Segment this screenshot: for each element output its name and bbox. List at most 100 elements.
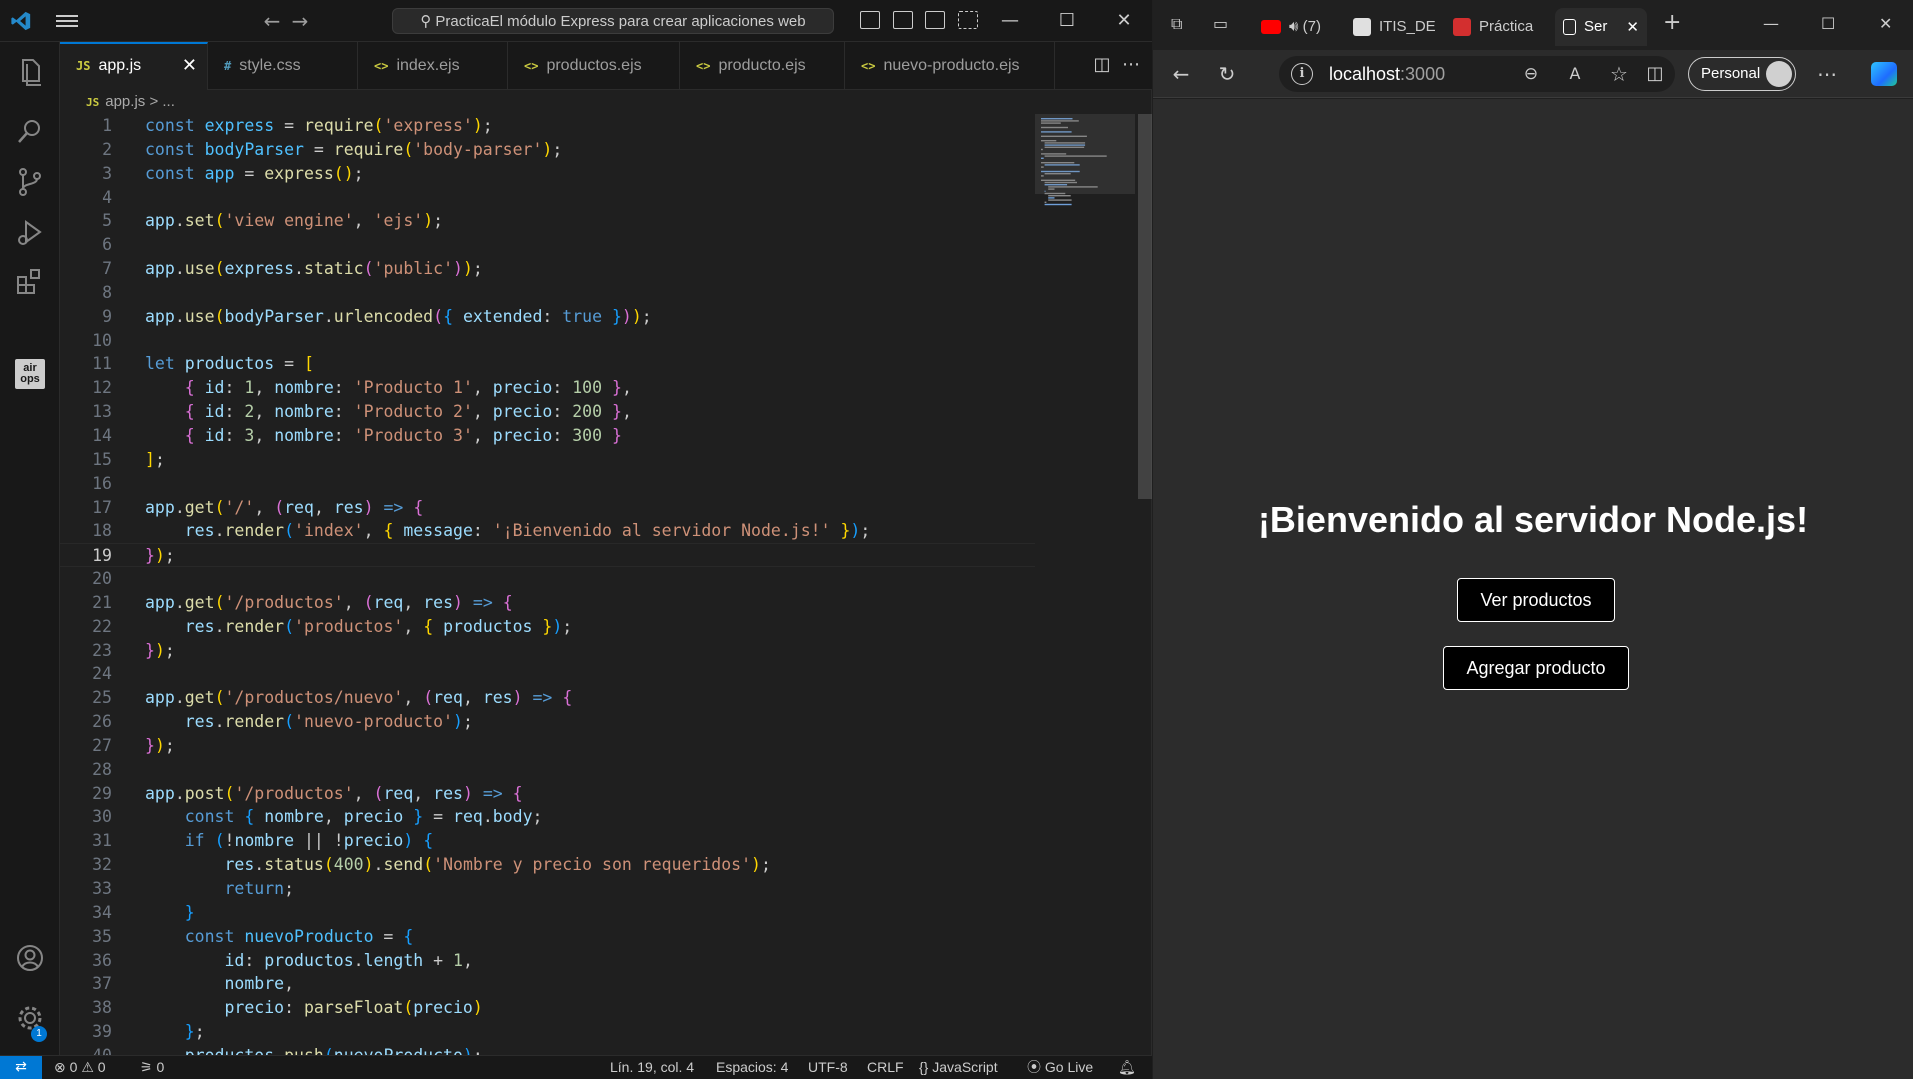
- address-bar[interactable]: i localhost:3000 ⊖ A ☆: [1279, 56, 1675, 92]
- minimize-icon[interactable]: —: [995, 8, 1025, 34]
- toggle-sidebar-icon[interactable]: [860, 11, 880, 29]
- close-window-icon[interactable]: ✕: [1879, 14, 1892, 33]
- code-line[interactable]: 28: [60, 758, 1035, 782]
- code-line[interactable]: 32 res.status(400).send('Nombre y precio…: [60, 853, 1035, 877]
- back-arrow-icon[interactable]: ←: [260, 9, 284, 33]
- close-tab-icon[interactable]: ✕: [182, 44, 197, 88]
- code-line[interactable]: 12 { id: 1, nombre: 'Producto 1', precio…: [60, 376, 1035, 400]
- back-arrow-icon[interactable]: ←: [1167, 60, 1195, 88]
- run-debug-icon[interactable]: [12, 214, 48, 250]
- workspaces-icon[interactable]: ⧉: [1171, 14, 1182, 34]
- refresh-icon[interactable]: ↻: [1213, 60, 1241, 88]
- tab-nuevo-producto-ejs[interactable]: <> nuevo-producto.ejs: [845, 42, 1055, 90]
- browser-tab-youtube[interactable]: 🔊︎ (7): [1261, 8, 1341, 46]
- code-line[interactable]: 13 { id: 2, nombre: 'Producto 2', precio…: [60, 400, 1035, 424]
- code-line[interactable]: 19});: [60, 543, 1035, 568]
- code-line[interactable]: 5 app.set('view engine', 'ejs');: [60, 209, 1035, 233]
- accounts-icon[interactable]: [12, 940, 48, 976]
- read-aloud-icon[interactable]: A: [1561, 60, 1589, 88]
- explorer-icon[interactable]: [12, 54, 48, 90]
- cursor-position[interactable]: Lín. 19, col. 4: [610, 1056, 694, 1078]
- code-line[interactable]: 9 app.use(bodyParser.urlencoded({ extende…: [60, 305, 1035, 329]
- extensions-icon[interactable]: [12, 264, 48, 300]
- code-line[interactable]: 18 res.render('index', { message: '¡Bien…: [60, 519, 1035, 543]
- agregar-producto-button[interactable]: Agregar producto: [1443, 646, 1629, 690]
- code-line[interactable]: 21 app.get('/productos', (req, res) => {: [60, 591, 1035, 615]
- address-url[interactable]: localhost:3000: [1329, 56, 1445, 92]
- source-control-icon[interactable]: [12, 164, 48, 200]
- close-tab-icon[interactable]: ✕: [1626, 8, 1639, 46]
- copilot-icon[interactable]: [1871, 62, 1897, 86]
- settings-more-icon[interactable]: ⋯: [1813, 60, 1841, 88]
- code-line[interactable]: 24: [60, 662, 1035, 686]
- close-window-icon[interactable]: ✕: [1109, 8, 1139, 34]
- split-editor-icon[interactable]: ◫: [1094, 54, 1111, 75]
- ports-indicator[interactable]: ⚞ 0: [140, 1056, 164, 1078]
- minimize-icon[interactable]: —: [1763, 14, 1779, 33]
- code-line[interactable]: 40 productos.push(nuevoProducto);: [60, 1044, 1035, 1055]
- browser-tab-practica[interactable]: Práctica: [1453, 8, 1539, 46]
- code-line[interactable]: 25 app.get('/productos/nuevo', (req, res)…: [60, 686, 1035, 710]
- minimap[interactable]: [1035, 114, 1135, 1055]
- code-line[interactable]: 3 const app = express();: [60, 162, 1035, 186]
- browser-tab-active[interactable]: Ser ✕: [1555, 8, 1647, 46]
- code-editor[interactable]: 1 const express = require('express'); 2 con…: [60, 114, 1035, 1055]
- new-tab-icon[interactable]: +: [1663, 10, 1681, 35]
- code-line[interactable]: 37 nombre,: [60, 972, 1035, 996]
- code-line[interactable]: 26 res.render('nuevo-producto');: [60, 710, 1035, 734]
- airops-icon[interactable]: air ops: [15, 359, 45, 389]
- go-live-button[interactable]: ⦿ Go Live: [1027, 1056, 1093, 1078]
- indentation[interactable]: Espacios: 4: [716, 1056, 788, 1078]
- code-line[interactable]: 16: [60, 472, 1035, 496]
- profile-button[interactable]: Personal: [1688, 57, 1796, 91]
- editor-scrollbar[interactable]: [1138, 114, 1152, 1055]
- language-mode[interactable]: {} JavaScript: [919, 1056, 998, 1078]
- code-line[interactable]: 27});: [60, 734, 1035, 758]
- forward-arrow-icon[interactable]: →: [288, 9, 312, 33]
- line-endings[interactable]: CRLF: [867, 1056, 904, 1078]
- code-line[interactable]: 35 const nuevoProducto = {: [60, 925, 1035, 949]
- remote-indicator-icon[interactable]: ⇄: [0, 1056, 42, 1079]
- zoom-icon[interactable]: ⊖: [1517, 60, 1545, 88]
- encoding[interactable]: UTF-8: [808, 1056, 848, 1078]
- code-line[interactable]: 38 precio: parseFloat(precio): [60, 996, 1035, 1020]
- more-actions-icon[interactable]: ⋯: [1122, 54, 1140, 75]
- code-line[interactable]: 30 const { nombre, precio } = req.body;: [60, 805, 1035, 829]
- breadcrumb-symbol[interactable]: ...: [162, 93, 175, 110]
- code-line[interactable]: 14 { id: 3, nombre: 'Producto 3', precio…: [60, 424, 1035, 448]
- maximize-icon[interactable]: ☐: [1821, 14, 1835, 33]
- speaker-icon[interactable]: 🔊︎: [1289, 18, 1298, 35]
- code-line[interactable]: 2 const bodyParser = require('body-parser…: [60, 138, 1035, 162]
- tab-producto-ejs[interactable]: <> producto.ejs: [680, 42, 845, 90]
- menu-icon[interactable]: [56, 12, 78, 30]
- search-icon[interactable]: [12, 114, 48, 150]
- code-line[interactable]: 15];: [60, 448, 1035, 472]
- site-info-icon[interactable]: i: [1291, 63, 1313, 85]
- split-screen-icon[interactable]: ◫: [1641, 60, 1669, 88]
- code-line[interactable]: 7 app.use(express.static('public'));: [60, 257, 1035, 281]
- code-line[interactable]: 17 app.get('/', (req, res) => {: [60, 496, 1035, 520]
- maximize-icon[interactable]: ☐: [1052, 8, 1082, 34]
- scrollbar-thumb[interactable]: [1138, 114, 1152, 499]
- code-line[interactable]: 22 res.render('productos', { productos }…: [60, 615, 1035, 639]
- code-line[interactable]: 10: [60, 329, 1035, 353]
- problems-indicator[interactable]: ⊗ 0 ⚠ 0: [54, 1056, 106, 1078]
- code-line[interactable]: 8: [60, 281, 1035, 305]
- code-line[interactable]: 33 return;: [60, 877, 1035, 901]
- customize-layout-icon[interactable]: [958, 11, 978, 29]
- code-line[interactable]: 29 app.post('/productos', (req, res) => {: [60, 782, 1035, 806]
- tab-productos-ejs[interactable]: <> productos.ejs: [508, 42, 680, 90]
- code-line[interactable]: 20: [60, 567, 1035, 591]
- code-line[interactable]: 36 id: productos.length + 1,: [60, 949, 1035, 973]
- code-line[interactable]: 23});: [60, 639, 1035, 663]
- code-line[interactable]: 11 let productos = [: [60, 352, 1035, 376]
- tab-style-css[interactable]: # style.css: [208, 42, 358, 90]
- code-line[interactable]: 1 const express = require('express');: [60, 114, 1035, 138]
- code-line[interactable]: 34 }: [60, 901, 1035, 925]
- code-line[interactable]: 31 if (!nombre || !precio) {: [60, 829, 1035, 853]
- toggle-secondary-sidebar-icon[interactable]: [925, 11, 945, 29]
- code-line[interactable]: 39 };: [60, 1020, 1035, 1044]
- browser-tab-itis[interactable]: ITIS_DE: [1353, 8, 1445, 46]
- minimap-slider[interactable]: [1035, 114, 1135, 194]
- code-line[interactable]: 6: [60, 233, 1035, 257]
